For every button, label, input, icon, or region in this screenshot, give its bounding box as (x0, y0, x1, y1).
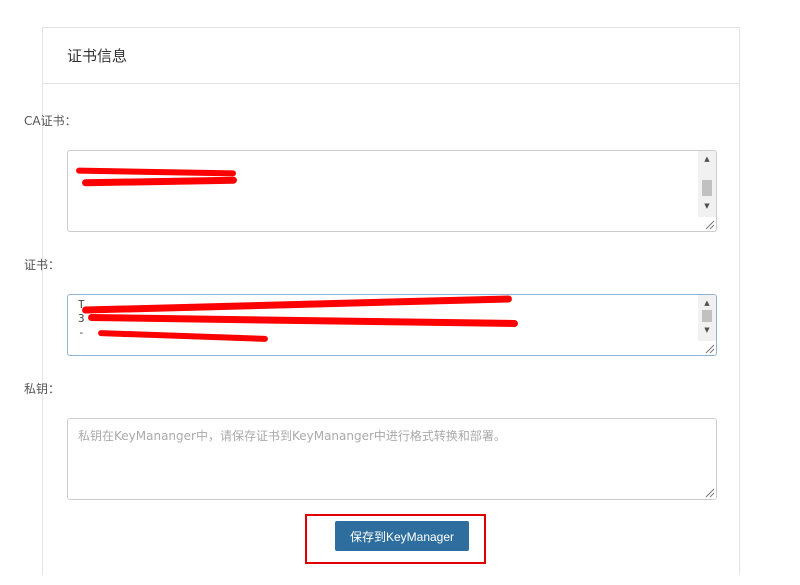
resize-handle-icon[interactable] (703, 342, 715, 354)
scroll-up-arrow-icon[interactable]: ▲ (698, 296, 716, 310)
cert-scrollbar[interactable]: ▲ ▼ (698, 295, 716, 341)
scroll-thumb[interactable] (702, 310, 712, 322)
cert-label: 证书： (24, 258, 61, 272)
scroll-down-arrow-icon[interactable]: ▼ (698, 323, 716, 337)
redaction-mark (81, 176, 238, 187)
redaction-mark (75, 167, 237, 177)
panel-header: 证书信息 (43, 28, 739, 84)
private-key-textarea[interactable]: 私钥在KeyMananger中，请保存证书到KeyMananger中进行格式转换… (67, 418, 717, 500)
scroll-thumb[interactable] (702, 180, 712, 196)
ca-cert-scrollbar[interactable]: ▲ ▼ (698, 151, 716, 217)
private-key-placeholder: 私钥在KeyMananger中，请保存证书到KeyMananger中进行格式转换… (78, 429, 506, 443)
ca-cert-label: CA证书： (24, 114, 77, 128)
private-key-label: 私钥： (24, 382, 61, 396)
resize-handle-icon[interactable] (703, 218, 715, 230)
cert-textarea[interactable]: T 3 - ▲ ▼ (67, 294, 717, 356)
save-to-keymanager-button[interactable]: 保存到KeyManager (335, 521, 469, 551)
panel-title: 证书信息 (67, 47, 128, 65)
ca-cert-textarea[interactable]: ▲ ▼ (67, 150, 717, 232)
scroll-up-arrow-icon[interactable]: ▲ (698, 152, 716, 166)
scroll-down-arrow-icon[interactable]: ▼ (698, 199, 716, 213)
resize-handle-icon[interactable] (703, 486, 715, 498)
